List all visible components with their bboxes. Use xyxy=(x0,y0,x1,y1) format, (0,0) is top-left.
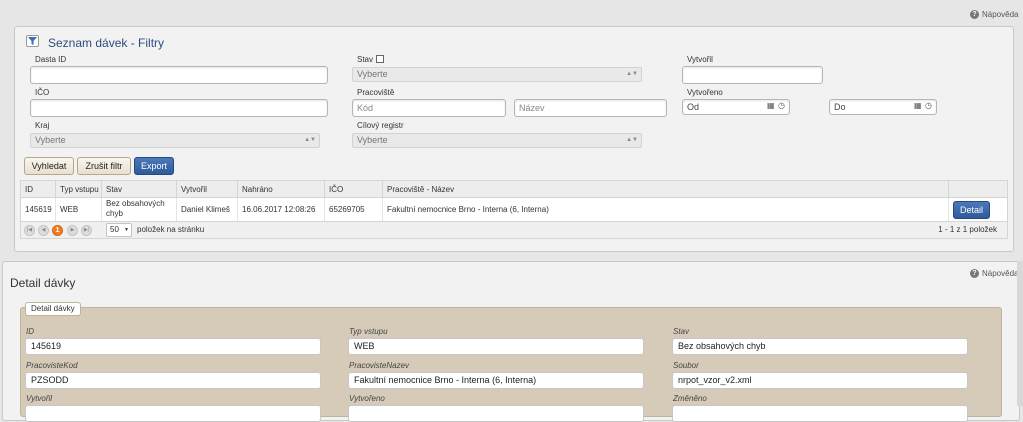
current-page[interactable]: 1 xyxy=(52,225,63,236)
help-icon: ? xyxy=(970,10,979,19)
filter-icon xyxy=(26,35,39,47)
detail-fieldset xyxy=(20,307,1002,417)
detail-label-id: ID xyxy=(26,327,34,336)
column-header-ico[interactable]: IČO xyxy=(324,181,343,198)
vytvoril-label: Vytvořil xyxy=(687,55,713,64)
help-label: Nápověda xyxy=(982,269,1019,278)
dasta-id-label: Dasta ID xyxy=(35,55,67,64)
cell-ico: 65269705 xyxy=(324,198,365,221)
cancel-filter-button[interactable]: Zrušit filtr xyxy=(77,157,131,175)
select-arrow-icon: ▲▼ xyxy=(304,137,316,143)
kraj-label: Kraj xyxy=(35,121,50,130)
select-arrow-icon: ▲▼ xyxy=(626,71,638,77)
ico-input[interactable] xyxy=(30,99,328,117)
column-header-typ-vstupu[interactable]: Typ vstupu xyxy=(55,181,99,198)
pracoviste-label: Pracoviště xyxy=(357,88,395,97)
cell-pracoviste: Fakultní nemocnice Brno - Interna (6, In… xyxy=(382,198,549,221)
cell-nahrano: 16.06.2017 12:08:26 xyxy=(237,198,315,221)
stav-select[interactable]: Vyberte ▲▼ xyxy=(352,67,642,82)
detail-label-typ-vstupu: Typ vstupu xyxy=(349,327,388,336)
detail-label-pracoviste-kod: PracovisteKod xyxy=(26,361,78,370)
detail-value-stav: Bez obsahových chyb xyxy=(672,338,968,355)
pager: |◀ ◀ 1 ▶ ▶| 50 ▼ položek na stránku 1 - … xyxy=(20,222,1008,239)
kraj-select-value: Vyberte xyxy=(35,135,66,145)
cell-id: 145619 xyxy=(25,205,52,214)
filter-title: Seznam dávek - Filtry xyxy=(48,36,165,50)
column-header-actions xyxy=(948,181,1009,198)
detail-label-pracoviste-nazev: PracovisteNazev xyxy=(349,361,410,370)
first-page-icon[interactable]: |◀ xyxy=(24,225,35,236)
detail-value-id: 145619 xyxy=(25,338,321,355)
table-row[interactable]: 145619 WEB Bez obsahových chyb Daniel Kl… xyxy=(20,198,1008,222)
vytvoreno-od-placeholder: Od xyxy=(687,102,700,112)
next-page-icon[interactable]: ▶ xyxy=(67,225,78,236)
detail-value-soubor: nrpot_vzor_v2.xml xyxy=(672,372,968,389)
detail-value-pracoviste-nazev: Fakultní nemocnice Brno - Interna (6, In… xyxy=(348,372,644,389)
vytvoril-input[interactable] xyxy=(682,66,823,84)
scrollbar[interactable] xyxy=(1017,261,1023,406)
detail-value-vytvoreno xyxy=(348,405,644,422)
help-icon: ? xyxy=(970,269,979,278)
column-header-stav[interactable]: Stav xyxy=(101,181,122,198)
page-size-label: položek na stránku xyxy=(137,225,205,234)
cell-stav: Bez obsahových chyb xyxy=(101,198,176,221)
help-label: Nápověda xyxy=(982,10,1019,19)
stav-select-value: Vyberte xyxy=(357,69,388,79)
chevron-down-icon: ▼ xyxy=(124,227,129,233)
dasta-id-input[interactable] xyxy=(30,66,328,84)
export-button[interactable]: Export xyxy=(134,157,174,175)
pracoviste-nazev-input[interactable]: Název xyxy=(514,99,667,117)
detail-label-zmeneno: Změněno xyxy=(673,394,707,403)
detail-title: Detail dávky xyxy=(10,276,76,290)
vytvoreno-label: Vytvořeno xyxy=(687,88,723,97)
cell-typ-vstupu: WEB xyxy=(55,198,78,221)
select-arrow-icon: ▲▼ xyxy=(626,137,638,143)
detail-value-vytvoril xyxy=(25,405,321,422)
column-header-id[interactable]: ID xyxy=(21,181,33,198)
search-button[interactable]: Vyhledat xyxy=(24,157,74,175)
detail-label-vytvoreno: Vytvořeno xyxy=(349,394,385,403)
pager-summary: 1 - 1 z 1 položek xyxy=(938,225,997,234)
clock-icon[interactable]: ◷ xyxy=(925,101,932,110)
detail-label-soubor: Soubor xyxy=(673,361,699,370)
cilovy-registr-label: Cílový registr xyxy=(357,121,404,130)
detail-value-typ-vstupu: WEB xyxy=(348,338,644,355)
calendar-icon[interactable]: ▦ xyxy=(767,101,775,110)
detail-value-pracoviste-kod: PZSODD xyxy=(25,372,321,389)
ico-label: IČO xyxy=(35,88,50,97)
detail-button[interactable]: Detail xyxy=(953,201,990,219)
calendar-icon[interactable]: ▦ xyxy=(914,101,922,110)
prev-page-icon[interactable]: ◀ xyxy=(38,225,49,236)
page-size-select[interactable]: 50 ▼ xyxy=(106,223,132,237)
column-header-vytvoril[interactable]: Vytvořil xyxy=(176,181,207,198)
pracoviste-kod-input[interactable]: Kód xyxy=(352,99,506,117)
stav-label: Stav xyxy=(357,55,374,64)
detail-label-stav: Stav xyxy=(673,327,690,336)
table-header: ID Typ vstupu Stav Vytvořil Nahráno IČO … xyxy=(20,180,1008,198)
stav-checkbox[interactable] xyxy=(376,55,384,63)
detail-legend: Detail dávky xyxy=(25,302,81,316)
detail-value-zmeneno xyxy=(672,405,968,422)
vytvoreno-do-placeholder: Do xyxy=(834,102,846,112)
cilovy-registr-select[interactable]: Vyberte ▲▼ xyxy=(352,133,642,148)
cell-vytvoril: Daniel Klimeš xyxy=(176,198,230,221)
help-link-top[interactable]: ? Nápověda xyxy=(970,10,1018,19)
column-header-pracoviste-nazev[interactable]: Pracoviště - Název xyxy=(382,181,454,198)
last-page-icon[interactable]: ▶| xyxy=(81,225,92,236)
page-size-value: 50 xyxy=(110,225,119,234)
detail-label-vytvoril: Vytvořil xyxy=(26,394,53,403)
cilovy-registr-select-value: Vyberte xyxy=(357,135,388,145)
kraj-select[interactable]: Vyberte ▲▼ xyxy=(30,133,320,148)
help-link-detail[interactable]: ? Nápověda xyxy=(970,269,1018,278)
clock-icon[interactable]: ◷ xyxy=(778,101,785,110)
column-header-nahrano[interactable]: Nahráno xyxy=(237,181,273,198)
